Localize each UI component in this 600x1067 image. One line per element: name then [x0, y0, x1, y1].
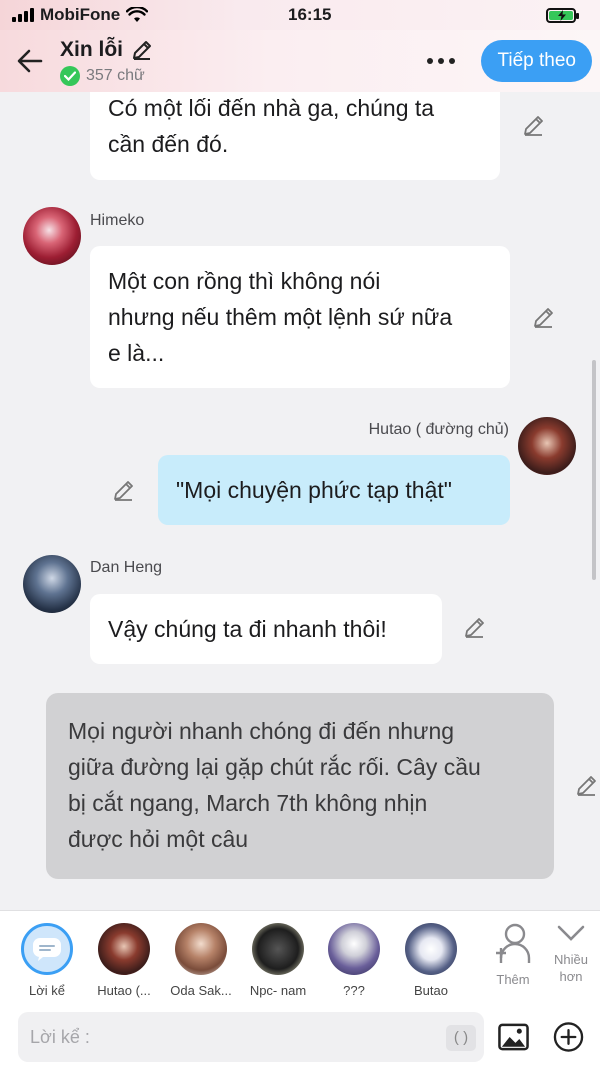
signal-icon [12, 8, 34, 22]
speaker-name: Himeko [90, 212, 145, 229]
chevron-down-icon [557, 925, 585, 941]
story-title: Xin lỗi [60, 38, 123, 61]
speaker-name: Dan Heng [90, 559, 163, 576]
message-line: được hỏi một câu [68, 826, 249, 852]
message-line: Có một lối đến nhà ga, chúng ta [108, 95, 435, 121]
parenthesis-button[interactable]: ( ) [446, 1025, 476, 1051]
character-label: Lời kể [29, 983, 65, 998]
message-bubble[interactable]: Một con rồng thì không nói nhưng nếu thê… [90, 246, 510, 388]
message-input[interactable] [18, 1012, 484, 1062]
message-bubble[interactable]: Có một lối đến nhà ga, chúng ta cần đến … [90, 92, 500, 180]
speaker-name: Hutao ( đường chủ) [368, 421, 509, 438]
narrator-avatar [21, 923, 73, 975]
message-line: cần đến đó. [108, 131, 229, 157]
character-butao[interactable]: Butao [396, 923, 466, 998]
speech-bubble-icon [33, 938, 61, 961]
character-label: Npc- nam [249, 983, 307, 998]
message-line: Một con rồng thì không nói [108, 268, 381, 294]
status-bar: MobiFone 16:15 [0, 0, 600, 30]
image-icon[interactable] [498, 1023, 529, 1051]
message-bubble[interactable]: "Mọi chuyện phức tạp thật" [158, 455, 510, 525]
edit-message-icon[interactable] [522, 114, 546, 138]
character-avatar [328, 923, 380, 975]
character-label: ??? [343, 983, 365, 998]
add-person-icon [496, 923, 531, 963]
character-unknown[interactable]: ??? [319, 923, 389, 998]
character-npc-nam[interactable]: Npc- nam [243, 923, 313, 998]
message-line: Vậy chúng ta đi nhanh thôi! [108, 616, 387, 642]
word-count: 357 chữ [86, 67, 145, 84]
wifi-icon [126, 7, 149, 22]
message-line: "Mọi chuyện phức tạp thật" [176, 477, 452, 503]
message-line: Mọi người nhanh chóng đi đến nhưng [68, 718, 455, 744]
message-line: bị cắt ngang, March 7th không nhịn [68, 790, 428, 816]
avatar-himeko[interactable] [23, 207, 81, 265]
character-avatar [98, 923, 150, 975]
edit-message-icon[interactable] [112, 479, 136, 503]
avatar-dan-heng[interactable] [23, 555, 81, 613]
message-line: e là... [108, 340, 165, 366]
composer-panel: Lời kể Hutao (... Oda Sak... Npc- nam ??… [0, 910, 600, 1067]
next-button[interactable]: Tiếp theo [481, 40, 592, 82]
avatar-hutao[interactable] [518, 417, 576, 475]
clock: 16:15 [288, 5, 332, 24]
message-line: giữa đường lại gặp chút rắc rối. Cây cầu [68, 754, 481, 780]
battery-icon [546, 7, 579, 23]
story-chat[interactable]: Có một lối đến nhà ga, chúng ta cần đến … [0, 92, 600, 910]
edit-message-icon[interactable] [532, 306, 556, 330]
character-selector: Lời kể Hutao (... Oda Sak... Npc- nam ??… [0, 923, 600, 1013]
character-label: Butao [414, 983, 448, 998]
more-characters-button[interactable]: Nhiều hơn [536, 923, 600, 984]
composer-row: ( ) [18, 1011, 584, 1063]
character-narrator[interactable]: Lời kể [12, 923, 82, 998]
character-hutao[interactable]: Hutao (... [89, 923, 159, 998]
back-arrow-icon [17, 49, 43, 73]
edit-message-icon[interactable] [463, 616, 487, 640]
character-oda[interactable]: Oda Sak... [166, 923, 236, 998]
edit-title-icon[interactable] [131, 39, 153, 61]
more-label: hơn [559, 969, 583, 984]
narration-bubble[interactable]: Mọi người nhanh chóng đi đến nhưng giữa … [46, 693, 554, 879]
scrollbar[interactable] [592, 360, 596, 580]
character-label: Hutao (... [97, 983, 151, 998]
more-options-icon[interactable] [427, 58, 467, 64]
character-avatar [252, 923, 304, 975]
edit-message-icon[interactable] [575, 774, 599, 798]
story-header: Xin lỗi 357 chữ Tiếp theo [0, 30, 600, 92]
character-avatar [405, 923, 457, 975]
verified-check-icon [60, 66, 80, 86]
message-bubble[interactable]: Vậy chúng ta đi nhanh thôi! [90, 594, 442, 664]
message-line: nhưng nếu thêm một lệnh sứ nữa [108, 304, 453, 330]
more-label: Nhiều [554, 952, 588, 967]
add-circle-icon[interactable] [553, 1021, 584, 1053]
character-label: Oda Sak... [170, 983, 232, 998]
back-button[interactable] [0, 30, 60, 92]
carrier-label: MobiFone [40, 5, 121, 24]
character-avatar [175, 923, 227, 975]
